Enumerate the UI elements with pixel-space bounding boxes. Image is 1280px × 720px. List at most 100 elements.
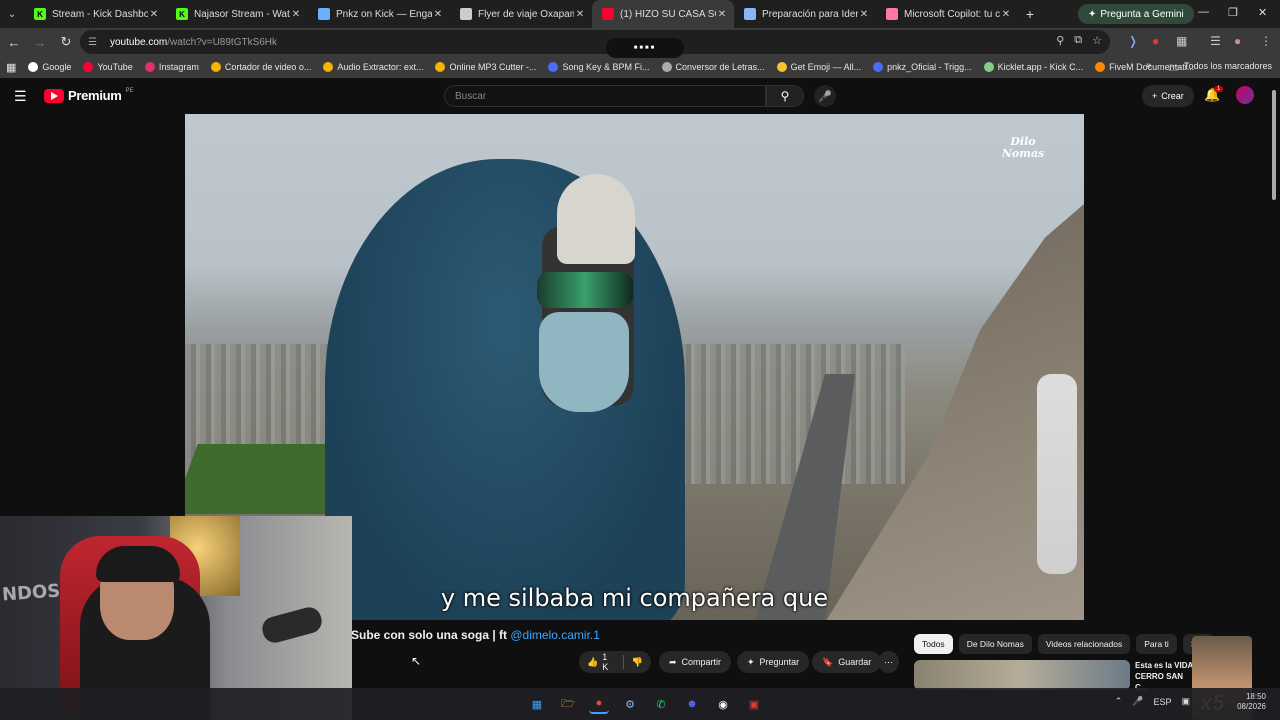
apps-grid-icon[interactable]: ▦ <box>6 61 16 74</box>
browser-menu-icon[interactable]: ⋮ <box>1260 34 1272 48</box>
extension-icon[interactable]: ❭ <box>1128 34 1138 48</box>
social-icons: ■■■■ <box>633 45 657 51</box>
bookmark-item[interactable]: Audio Extractor: ext... <box>323 62 423 72</box>
like-button[interactable]: 👍 1 K <box>579 652 624 672</box>
share-icon: ➦ <box>669 656 677 667</box>
browser-tab[interactable]: Microsoft Copilot: tu comp✕ <box>876 0 1018 28</box>
video-title-text: Sube con solo una soga | ft <box>351 628 511 642</box>
tab-close-icon[interactable]: ✕ <box>148 9 160 20</box>
close-window-icon[interactable]: ✕ <box>1258 6 1267 19</box>
bookmark-item[interactable]: Conversor de Letras... <box>661 62 765 72</box>
tray-overflow-icon[interactable]: ⌃ <box>1115 696 1123 707</box>
extension-red-icon[interactable]: ● <box>1152 34 1159 48</box>
site-info-icon[interactable]: ☰ <box>88 37 102 48</box>
bookmark-item[interactable]: Cortador de video o... <box>210 62 311 72</box>
discord-icon[interactable]: ☻ <box>682 694 702 714</box>
url-input[interactable]: ☰ youtube.com/watch?v=U89tGTkS6Hk ⚲ ⧉ ☆ <box>80 30 1110 54</box>
filter-chips: Todos De Dilo Nomas Videos relacionados Par… <box>914 634 1214 654</box>
reload-icon[interactable]: ↻ <box>54 30 78 54</box>
browser-tab[interactable]: Flyer de viaje Oxapampa✕ <box>450 0 592 28</box>
create-button[interactable]: + Crear <box>1142 85 1194 107</box>
minimize-icon[interactable]: — <box>1198 6 1209 18</box>
bookmark-favicon-icon <box>435 62 446 72</box>
more-bookmarks-icon[interactable]: » <box>1146 60 1152 71</box>
bookmark-favicon-icon <box>661 62 672 72</box>
new-tab-button[interactable]: + <box>1018 6 1042 22</box>
zoom-icon[interactable]: ⚲ <box>1056 34 1064 47</box>
back-icon[interactable]: ← <box>2 30 26 54</box>
save-button[interactable]: 🔖 Guardar <box>812 651 882 673</box>
extensions-puzzle-icon[interactable]: ▦ <box>1176 34 1187 48</box>
file-explorer-icon[interactable]: 🗁 <box>558 694 578 714</box>
create-label: Crear <box>1161 91 1184 101</box>
whatsapp-icon[interactable]: ✆ <box>651 694 671 714</box>
bookmark-item[interactable]: pnkz_Oficial - Trigg... <box>873 62 972 72</box>
browser-tab[interactable]: Pnkz on Kick — Engageme✕ <box>308 0 450 28</box>
bookmark-item[interactable]: Online MP3 Cutter -... <box>435 62 536 72</box>
bookmark-favicon-icon <box>548 62 559 72</box>
tab-close-icon[interactable]: ✕ <box>716 9 728 20</box>
tab-close-icon[interactable]: ✕ <box>432 9 444 20</box>
more-actions-button[interactable]: ⋯ <box>878 651 899 673</box>
voice-search-button[interactable]: 🎤 <box>814 85 836 107</box>
avatar[interactable] <box>1236 86 1254 104</box>
browser-tab[interactable]: K Najasor Stream - Watch Li✕ <box>166 0 308 28</box>
share-label: Compartir <box>681 657 722 667</box>
bookmark-item[interactable]: Kicklet.app - Kick C... <box>983 62 1083 72</box>
tab-close-icon[interactable]: ✕ <box>1000 9 1012 20</box>
share-button[interactable]: ➦ Compartir <box>659 651 732 673</box>
all-bookmarks-folder[interactable]: 🗁 Todos los marcadores <box>1169 61 1272 77</box>
gemini-icon: ✦ <box>1088 8 1097 20</box>
tab-favicon-icon <box>602 8 614 20</box>
filter-chip[interactable]: Todos <box>914 634 953 654</box>
guide-menu-icon[interactable]: ☰ <box>14 88 27 105</box>
browser-tab[interactable]: K Stream - Kick Dashboard✕ <box>24 0 166 28</box>
clock[interactable]: 18:50 08/2026 <box>1237 692 1266 712</box>
gemini-button[interactable]: ✦ Pregunta a Gemini <box>1078 4 1194 24</box>
page-scrollbar[interactable] <box>1272 90 1276 200</box>
restore-icon[interactable]: ❐ <box>1228 6 1238 19</box>
filter-chip[interactable]: Videos relacionados <box>1037 634 1131 654</box>
search-input[interactable]: Buscar <box>444 85 766 107</box>
ask-button[interactable]: ✦ Preguntar <box>737 651 810 673</box>
filter-chip[interactable]: De Dilo Nomas <box>958 634 1032 654</box>
tab-close-icon[interactable]: ✕ <box>858 9 870 20</box>
youtube-play-icon <box>44 88 64 103</box>
steam-icon[interactable]: ⚙ <box>620 694 640 714</box>
microphone-tray-icon[interactable]: 🎤 <box>1132 696 1143 707</box>
windows-start-icon[interactable]: ▦ <box>527 694 547 714</box>
profile-icon[interactable]: ● <box>1234 34 1241 48</box>
app-icon[interactable]: ▣ <box>744 694 764 714</box>
network-icon[interactable]: ▣ <box>1181 696 1190 707</box>
browser-tab[interactable]: Preparación para Identific✕ <box>734 0 876 28</box>
tab-close-icon[interactable]: ✕ <box>290 9 302 20</box>
youtube-premium-logo[interactable]: Premium PE <box>44 88 134 103</box>
dislike-button[interactable]: 👎 <box>624 657 651 668</box>
tab-close-icon[interactable]: ✕ <box>574 9 586 20</box>
recommended-video-thumbnail[interactable] <box>914 660 1130 690</box>
search-button[interactable]: ⚲ <box>766 85 804 107</box>
language-indicator[interactable]: ESP <box>1153 697 1171 707</box>
background-person <box>1037 374 1077 574</box>
bookmark-item[interactable]: YouTube <box>83 62 133 72</box>
obs-icon[interactable]: ◉ <box>713 694 733 714</box>
bookmark-icon: 🔖 <box>822 656 834 667</box>
bookmark-item[interactable]: Get Emoji — All... <box>776 62 861 72</box>
install-icon[interactable]: ⧉ <box>1074 34 1082 47</box>
tab-search-chevron-icon[interactable]: ⌄ <box>0 0 24 28</box>
bookmark-item[interactable]: Google <box>28 62 71 72</box>
filter-chip[interactable]: Para ti <box>1136 634 1177 654</box>
mentioned-handle-link[interactable]: @dimelo.camir.1 <box>510 628 600 642</box>
forward-icon[interactable]: → <box>28 30 52 54</box>
bookmark-item[interactable]: Instagram <box>144 62 199 72</box>
browser-tab[interactable]: (1) HIZO SU CASA SOB✕ <box>592 0 734 28</box>
bookmark-item[interactable]: Song Key & BPM Fi... <box>548 62 650 72</box>
media-controls-icon[interactable]: ☰ <box>1210 34 1221 48</box>
chrome-icon[interactable]: ● <box>589 694 609 714</box>
bookmark-label: Conversor de Letras... <box>675 62 765 72</box>
bookmark-star-icon[interactable]: ☆ <box>1092 34 1102 47</box>
bookmark-favicon-icon <box>776 62 787 72</box>
channel-watermark[interactable]: Dilo Nomas <box>998 136 1048 176</box>
url-path: /watch?v=U89tGTkS6Hk <box>167 36 278 48</box>
beanie <box>557 174 635 264</box>
